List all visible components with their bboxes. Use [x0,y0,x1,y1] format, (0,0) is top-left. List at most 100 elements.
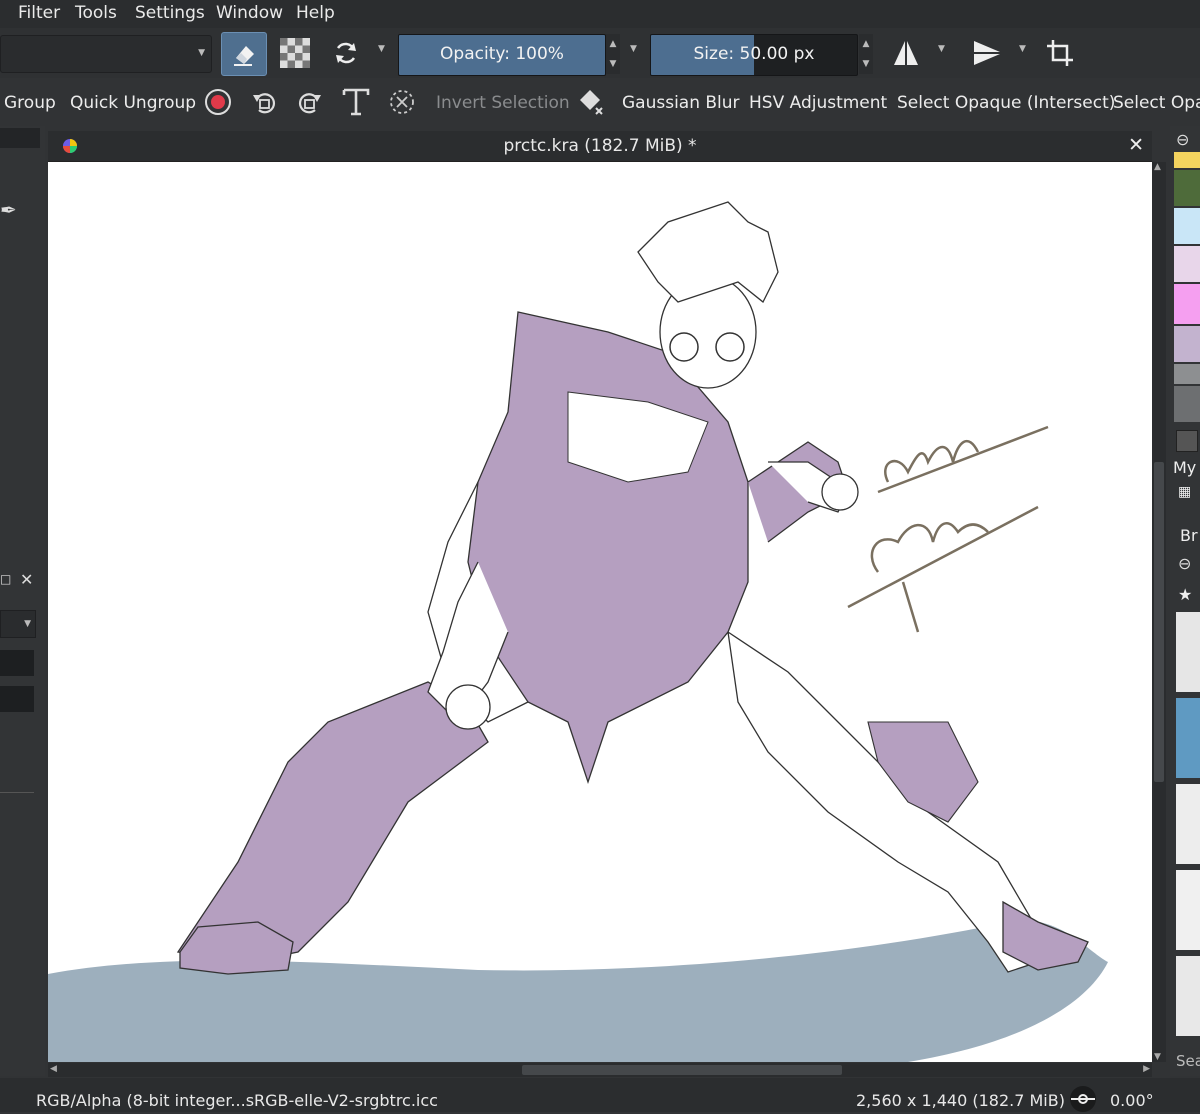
palette-swatch[interactable] [1174,364,1200,384]
opacity-spin-buttons[interactable]: ▲ ▼ [606,34,620,74]
palette-swatch[interactable] [1174,208,1200,244]
left-dock: ✒ □ ✕ ▼ [0,126,45,1076]
rotation-icon[interactable] [1068,1084,1098,1114]
document-title: prctc.kra (182.7 MiB) * [503,136,697,156]
rotate-right-icon [299,93,321,114]
divider [0,792,34,793]
deselect-button[interactable] [386,86,418,118]
brush-presets-tab[interactable]: Br [1180,526,1198,545]
horizontal-scrollbar[interactable]: ◀ ▶ [48,1063,1152,1077]
deselect-icon [390,90,414,114]
arrow-left-icon[interactable]: ◀ [50,1064,57,1074]
reload-preset-button[interactable] [324,32,368,74]
close-icon[interactable]: ✕ [20,570,33,589]
crop-button[interactable] [1038,32,1082,74]
vertical-scrollbar[interactable]: ▲ ▼ [1152,162,1166,1062]
gaussian-blur-button[interactable]: Gaussian Blur [622,93,740,113]
menu-bar: Filter Tools Settings Window Help [0,0,1200,28]
signature [847,425,1049,633]
text-icon [342,88,370,116]
dock-spinbox[interactable] [0,686,34,712]
scrollbar-thumb[interactable] [522,1065,842,1075]
mirror-horizontal-button[interactable] [884,32,928,74]
group-button[interactable]: Group [4,93,56,113]
menu-filter[interactable]: Filter [18,3,60,23]
dock-tab[interactable] [0,128,40,148]
refresh-icon [336,42,356,64]
menu-tools[interactable]: Tools [75,3,117,23]
palette-swatch[interactable] [1174,284,1200,324]
size-slider[interactable]: Size: 50.00 px [650,34,858,76]
fill-layer-button[interactable] [574,86,606,118]
arrow-right-icon[interactable]: ▶ [1143,1064,1150,1074]
menu-window[interactable]: Window [216,3,283,23]
lock-icon[interactable]: ⊖ [1176,130,1189,149]
record-icon [205,89,231,115]
invert-selection-button[interactable]: Invert Selection [436,93,570,113]
palette-swatch[interactable] [1174,170,1200,206]
brush-preset-combo[interactable]: ▼ [0,35,212,73]
record-button[interactable] [202,86,234,118]
right-fist [821,473,859,511]
arrow-down-icon[interactable]: ▼ [1154,1052,1161,1062]
text-tool-button[interactable] [340,86,372,118]
current-color-icon[interactable] [1176,430,1198,452]
rotate-left-icon [253,93,275,114]
palette-swatch[interactable] [1174,152,1200,168]
palette-swatch[interactable] [1174,326,1200,362]
scrollbar-thumb[interactable] [1154,462,1164,782]
mirror-vertical-button[interactable] [964,32,1008,74]
mirror-vertical-icon [974,41,1000,65]
mirror-horizontal-icon [894,41,918,65]
chevron-down-icon: ▼ [24,619,31,629]
brush-preset-thumbnail[interactable] [1176,870,1200,950]
paint-bucket-icon [580,90,603,115]
image-size-status[interactable]: 2,560 x 1,440 (182.7 MiB) [856,1091,1065,1110]
dock-spinbox[interactable] [0,650,34,676]
palette-name: My [1173,458,1197,477]
arrow-up-icon[interactable]: ▲ [1154,162,1161,172]
brush-preset-thumbnail[interactable] [1176,784,1200,864]
rotation-status[interactable]: 0.00° [1110,1091,1154,1110]
hair [637,201,779,304]
chevron-down-icon[interactable]: ▼ [378,44,385,54]
checkerboard-icon [280,38,310,68]
chevron-down-icon[interactable]: ▼ [938,44,945,54]
select-opaque-intersect-button[interactable]: Select Opaque (Intersect) [897,93,1115,113]
opacity-label: Opacity: 100% [440,44,564,64]
rotate-left-button[interactable] [248,86,280,118]
chevron-down-icon[interactable]: ▼ [630,44,637,54]
size-spin-buttons[interactable]: ▲ ▼ [859,34,873,74]
chevron-down-icon: ▼ [198,48,205,58]
preserve-alpha-button[interactable] [273,32,317,74]
brush-icon[interactable]: ✒ [0,198,17,222]
left-fist [445,684,491,730]
rotate-right-button[interactable] [294,86,326,118]
menu-help[interactable]: Help [296,3,335,23]
brush-preset-thumbnail[interactable] [1176,698,1200,778]
dock-combo[interactable]: ▼ [0,610,36,638]
color-profile-status[interactable]: RGB/Alpha (8-bit integer...sRGB-elle-V2-… [36,1091,438,1110]
palette-swatch[interactable] [1174,386,1200,422]
favorite-star-icon[interactable]: ★ [1178,585,1192,604]
drawing-canvas[interactable] [48,162,1152,1062]
opacity-slider[interactable]: Opacity: 100% [398,34,606,76]
brush-preset-thumbnail[interactable] [1176,956,1200,1036]
brush-search-input[interactable]: Sea [1176,1052,1200,1070]
select-opaque-button[interactable]: Select Opac [1113,93,1200,113]
size-label: Size: 50.00 px [693,44,815,64]
chevron-down-icon[interactable]: ▼ [1019,44,1026,54]
brush-preset-thumbnail[interactable] [1176,612,1200,692]
quick-ungroup-button[interactable]: Quick Ungroup [70,93,196,113]
artwork [48,201,1108,1062]
lock-icon[interactable]: ⊖ [1178,554,1191,573]
eraser-mode-button[interactable] [221,32,267,76]
close-icon[interactable]: ✕ [1128,134,1144,156]
eraser-icon [234,46,254,66]
palette-swatch[interactable] [1174,246,1200,282]
menu-settings[interactable]: Settings [135,3,205,23]
left-leg-fill [178,682,488,962]
float-icon[interactable]: □ [0,572,11,586]
palette-grid-icon[interactable]: ▦ [1178,484,1191,500]
hsv-adjustment-button[interactable]: HSV Adjustment [749,93,887,113]
